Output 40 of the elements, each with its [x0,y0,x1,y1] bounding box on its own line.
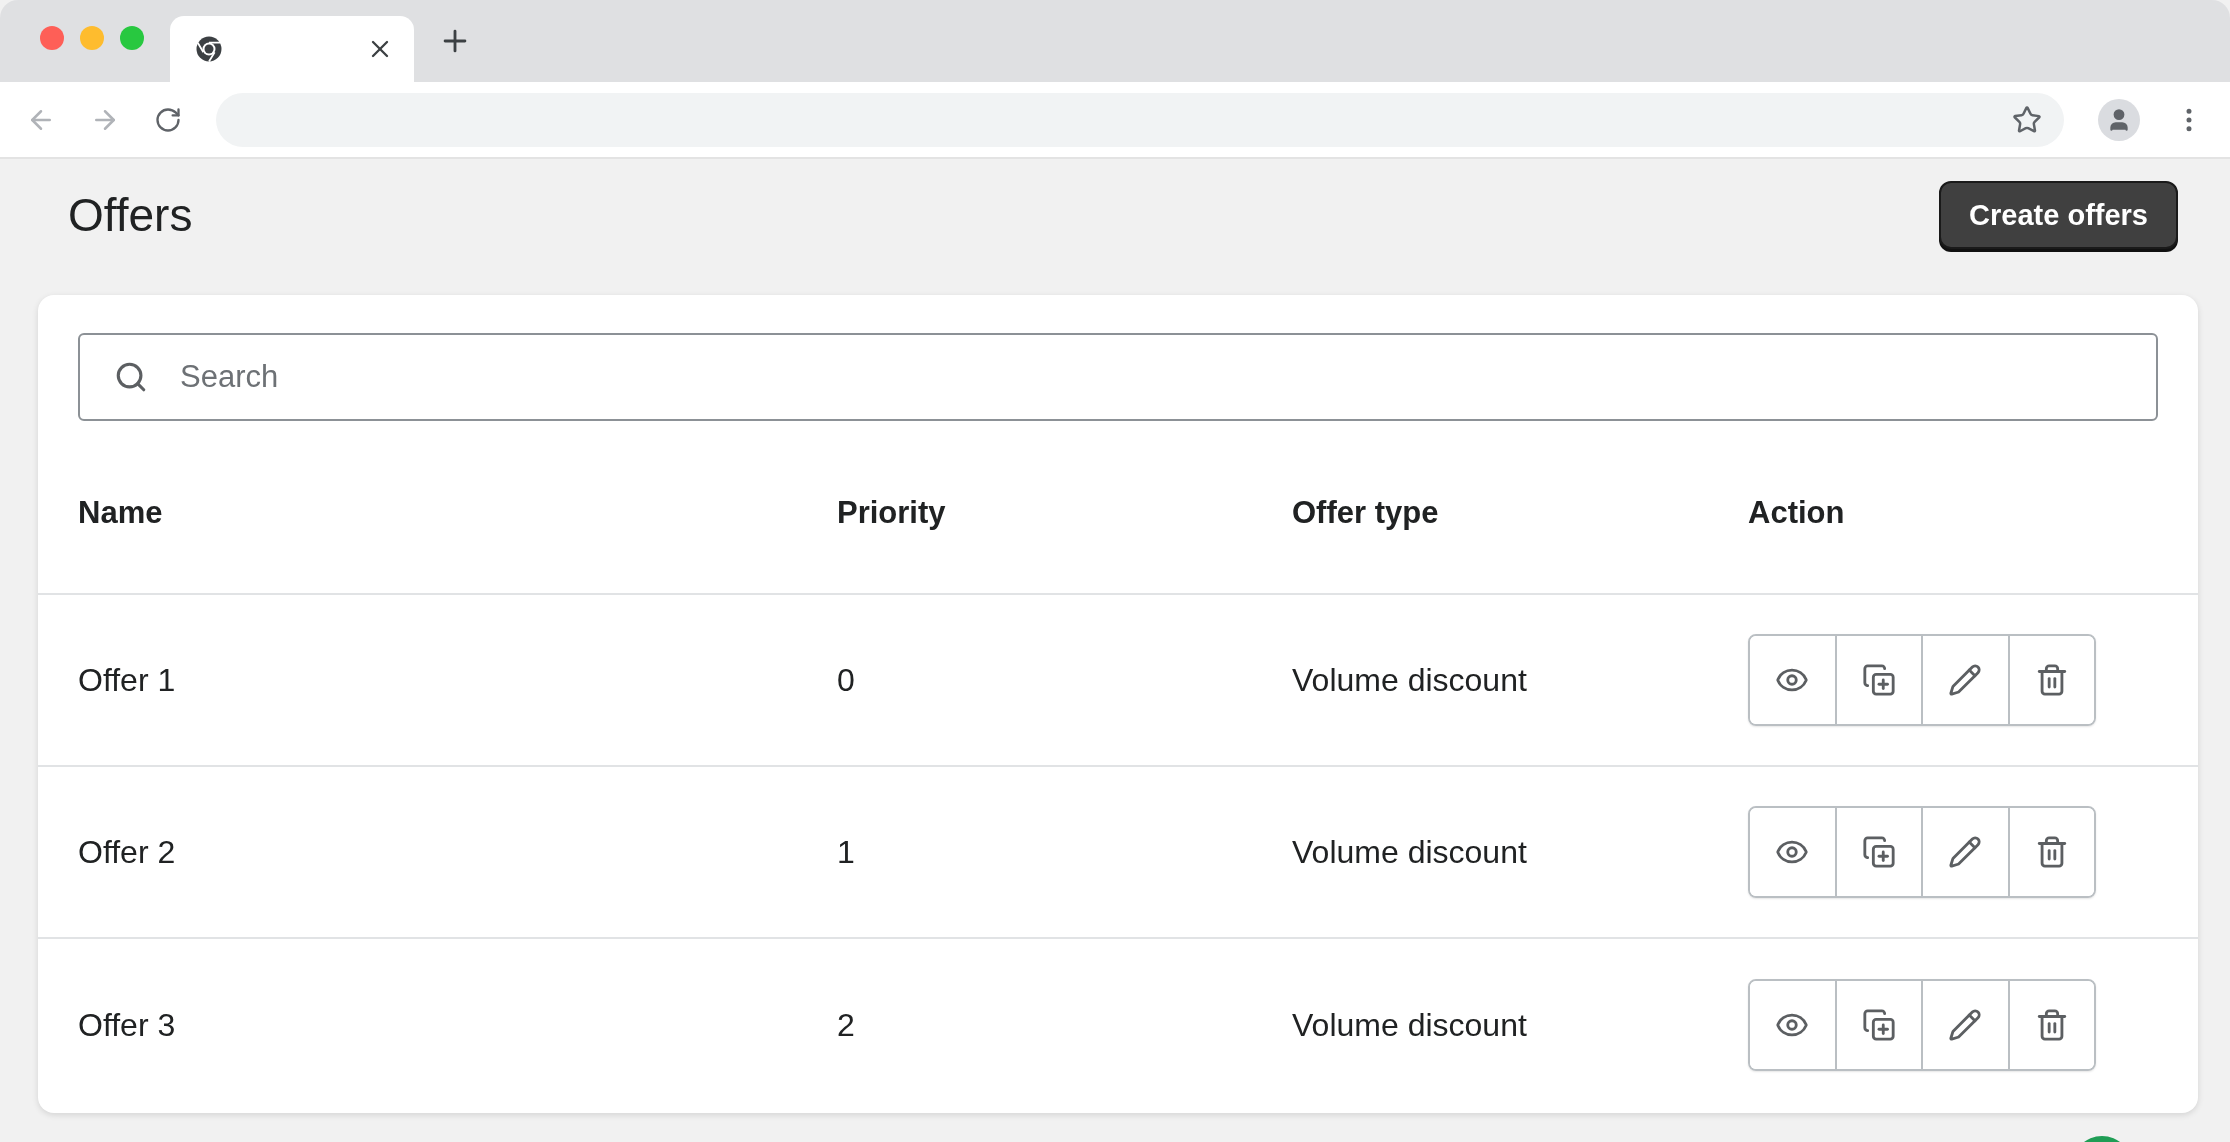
edit-button[interactable] [1921,808,2008,896]
delete-button[interactable] [2007,808,2094,896]
column-header: Priority [837,495,947,531]
page-title: Offers [68,188,193,242]
column-header: Name [78,495,164,531]
table-cell-text: Offer 3 [78,1006,177,1044]
table-cell-text: Volume discount [1292,661,1528,699]
bookmark-star-icon[interactable] [2012,104,2042,135]
edit-button[interactable] [1921,636,2008,724]
copy-plus-icon [1861,835,1896,869]
copy-plus-icon [1861,663,1896,697]
table-cell-text: Offer 2 [78,833,177,871]
duplicate-button[interactable] [1834,808,1921,896]
view-button[interactable] [1750,636,1835,724]
table-cell-text: 1 [837,833,856,871]
create-offers-button[interactable]: Create offers [1939,181,2178,249]
table-cell-text: Offer 1 [78,661,177,699]
delete-button[interactable] [2007,981,2094,1069]
copy-plus-icon [1861,1008,1896,1042]
delete-button[interactable] [2007,636,2094,724]
pencil-icon [1948,1008,1983,1042]
reload-icon[interactable] [154,105,182,134]
pencil-icon [1948,835,1983,869]
column-header: Action [1748,495,1846,531]
search-field[interactable]: Search [78,333,2158,421]
table-cell-text: Volume discount [1292,833,1528,871]
table-cell-text: Volume discount [1292,1006,1528,1044]
view-button[interactable] [1750,808,1835,896]
column-header: Offer type [1292,495,1440,531]
edit-button[interactable] [1921,981,2008,1069]
duplicate-button[interactable] [1834,636,1921,724]
view-button[interactable] [1750,981,1835,1069]
browser-tab[interactable] [170,16,414,82]
browser-logo-icon [194,34,224,64]
profile-avatar[interactable] [2098,98,2140,141]
search-icon [114,360,148,394]
table-cell-text: 2 [837,1006,856,1044]
duplicate-button[interactable] [1834,981,1921,1069]
pencil-icon [1948,663,1983,697]
table-cell-text: 0 [837,661,856,699]
